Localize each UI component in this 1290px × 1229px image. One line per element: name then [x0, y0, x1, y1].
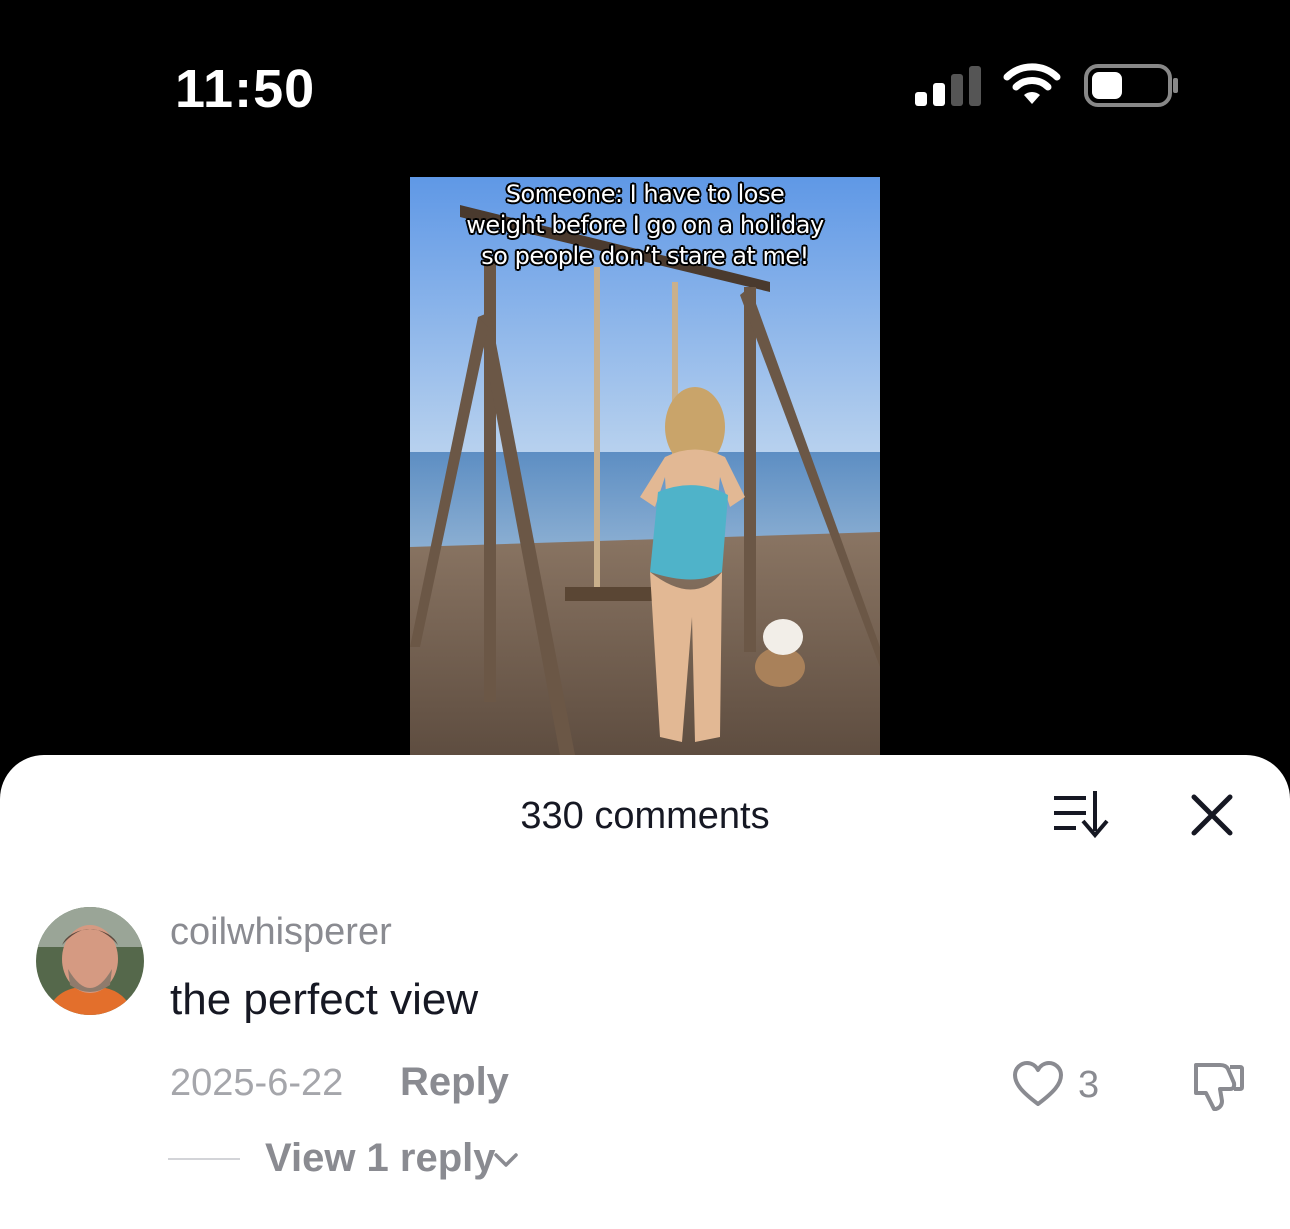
- cellular-signal-icon: [915, 66, 981, 106]
- chevron-down-icon[interactable]: [492, 1146, 520, 1174]
- avatar[interactable]: [36, 907, 144, 1015]
- video-caption: Someone: I have to lose weight before I …: [410, 179, 880, 272]
- video-player[interactable]: Someone: I have to lose weight before I …: [410, 177, 880, 755]
- caption-line: so people don’t stare at me!: [481, 242, 809, 270]
- reply-button[interactable]: Reply: [400, 1060, 509, 1105]
- comment-username[interactable]: coilwhisperer: [170, 911, 392, 954]
- battery-icon: [1084, 64, 1178, 107]
- screen: 11:50 Someone: I have to lose weight bef…: [0, 0, 1290, 1229]
- avatar-image: [36, 907, 144, 1015]
- wifi-icon: [1003, 63, 1061, 104]
- status-icons: [910, 62, 1190, 112]
- status-time: 11:50: [175, 59, 316, 119]
- like-count: 3: [1078, 1064, 1100, 1106]
- like-button[interactable]: 3: [1012, 1059, 1112, 1109]
- sort-icon[interactable]: [1050, 787, 1110, 843]
- thumbs-down-icon[interactable]: [1190, 1057, 1246, 1113]
- close-icon[interactable]: [1186, 789, 1238, 841]
- comments-sheet: 330 comments coilwhisperer the perfect v…: [0, 755, 1290, 1229]
- comment-text: the perfect view: [170, 975, 479, 1024]
- heart-icon: [1013, 1061, 1063, 1106]
- replies-divider: [168, 1158, 240, 1160]
- caption-line: weight before I go on a holiday: [466, 211, 824, 239]
- comment-date: 2025-6-22: [170, 1062, 344, 1104]
- view-replies-button[interactable]: View 1 reply: [265, 1136, 496, 1181]
- caption-line: Someone: I have to lose: [505, 180, 785, 208]
